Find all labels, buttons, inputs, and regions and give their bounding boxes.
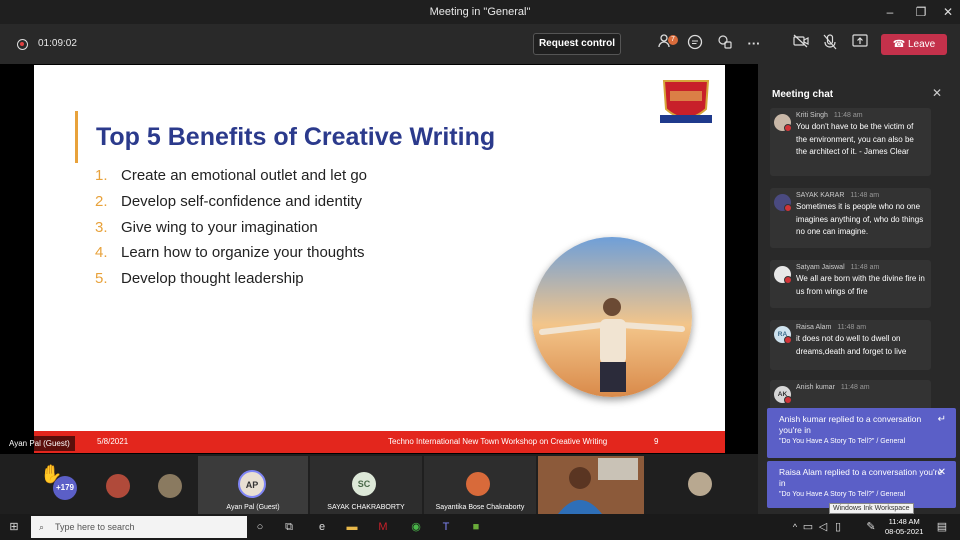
- reply-notification[interactable]: Anish kumar replied to a conversation yo…: [767, 408, 956, 458]
- notification-text: Raisa Alam replied to a conversation you…: [779, 467, 943, 488]
- avatar: AK: [774, 386, 792, 404]
- bullet-item: 1. Create an emotional outlet and let go: [95, 167, 367, 184]
- camera-off-icon[interactable]: [790, 34, 812, 54]
- video-gallery: ✋ +179 AP Ayan Pal (Guest) SC SAYAK CHAK…: [0, 454, 758, 514]
- presentation-slide: Top 5 Benefits of Creative Writing 1. Cre…: [34, 65, 725, 453]
- title-bar: Meeting in "General" – ❐ ✕: [0, 0, 960, 24]
- notification-channel: "Do You Have A Story To Tell?" / General: [779, 491, 906, 498]
- participant-video[interactable]: [538, 456, 644, 514]
- reactions-icon[interactable]: [714, 34, 736, 54]
- chrome-icon[interactable]: ◉: [408, 519, 424, 535]
- participant-name: Ayan Pal (Guest): [226, 504, 280, 511]
- notifications-icon[interactable]: ▤: [934, 519, 950, 535]
- recording-icon: [17, 39, 28, 50]
- avatar: [774, 266, 792, 284]
- share-screen-icon[interactable]: [849, 34, 871, 54]
- chat-message-text: it does not do well to dwell on dreams,d…: [796, 334, 907, 356]
- search-icon: ⌕: [39, 522, 45, 532]
- ink-workspace-icon[interactable]: ✎: [863, 519, 879, 535]
- taskbar-search-box[interactable]: ⌕ Type here to search: [31, 516, 247, 538]
- avatar[interactable]: [158, 474, 182, 498]
- maximize-icon[interactable]: ❐: [911, 4, 931, 20]
- meeting-timer: 01:09:02: [38, 38, 77, 49]
- minimize-icon[interactable]: –: [880, 4, 900, 20]
- windows-start-icon[interactable]: ⊞: [6, 519, 22, 535]
- avatar: [774, 114, 792, 132]
- close-notification-icon[interactable]: ✕: [938, 467, 946, 478]
- search-placeholder: Type here to search: [55, 522, 135, 532]
- task-view-icon[interactable]: ⧉: [281, 519, 297, 535]
- ink-workspace-tooltip: Windows Ink Workspace: [829, 503, 914, 514]
- more-options-icon[interactable]: ···: [743, 34, 765, 54]
- chat-header: Meeting chat: [772, 89, 834, 100]
- bullet-item: 3. Give wing to your imagination: [95, 219, 318, 236]
- chat-icon[interactable]: [684, 34, 706, 54]
- window-title: Meeting in "General": [429, 6, 531, 18]
- college-crest-logo: [660, 80, 712, 123]
- bullet-item: 2. Develop self-confidence and identity: [95, 193, 362, 210]
- cortana-icon[interactable]: ○: [252, 519, 268, 535]
- meeting-toolbar: 01:09:02 Request control 7 ··· ☎ Leave: [0, 24, 960, 64]
- minecraft-icon[interactable]: ■: [468, 519, 484, 535]
- reply-notification[interactable]: Raisa Alam replied to a conversation you…: [767, 461, 956, 508]
- teams-icon[interactable]: T: [438, 519, 454, 535]
- slide-footer-bar: 5/8/2021 Techno International New Town W…: [34, 431, 725, 453]
- slide-page-number: 9: [654, 437, 659, 446]
- participant-name: Sayantika Bose Chakraborty: [435, 504, 525, 511]
- chat-message[interactable]: AK Anish kumar 11:48 am: [770, 380, 931, 410]
- participant-tile[interactable]: [646, 456, 758, 514]
- clock-date: 08-05-2021: [885, 527, 924, 536]
- participant-tile[interactable]: SC SAYAK CHAKRABORTY: [310, 456, 422, 514]
- volume-icon[interactable]: ◁: [815, 519, 831, 535]
- avatar: SC: [352, 472, 376, 496]
- avatar: [688, 472, 712, 496]
- leave-label: Leave: [908, 39, 936, 50]
- network-icon[interactable]: ▭: [800, 519, 816, 535]
- phone-hangup-icon: ☎: [892, 39, 906, 50]
- more-participants-count[interactable]: +179: [53, 476, 77, 500]
- chat-message-text: You don't have to be the victim of the e…: [796, 122, 914, 156]
- presenter-name-tag: Ayan Pal (Guest): [4, 436, 75, 451]
- slide-date: 5/8/2021: [97, 437, 129, 446]
- windows-taskbar: ⊞ ⌕ Type here to search ○ ⧉ e ▬ M ◉ T ■ …: [0, 514, 960, 540]
- file-explorer-icon[interactable]: ▬: [344, 519, 360, 535]
- participant-tile[interactable]: Sayantika Bose Chakraborty: [424, 456, 536, 514]
- battery-icon[interactable]: ▯: [830, 519, 846, 535]
- chat-message-text: We all are born with the divine fire in …: [796, 274, 925, 296]
- person-sky-image: [532, 237, 692, 397]
- chat-message[interactable]: Satyam Jaiswal 11:48 am We all are born w…: [770, 260, 931, 308]
- chat-message-text: Sometimes it is people who no one imagin…: [796, 202, 924, 236]
- chat-message[interactable]: SAYAK KARAR 11:48 am Sometimes it is peop…: [770, 188, 931, 248]
- participant-name: SAYAK CHAKRABORTY: [327, 504, 405, 511]
- notification-channel: "Do You Have A Story To Tell?" / General: [779, 438, 906, 445]
- participants-badge: 7: [668, 35, 678, 45]
- avatar[interactable]: [106, 474, 130, 498]
- participant-tile[interactable]: AP Ayan Pal (Guest): [198, 456, 308, 514]
- leave-button[interactable]: ☎ Leave: [881, 34, 947, 55]
- mcafee-icon[interactable]: M: [375, 519, 391, 535]
- slide-title: Top 5 Benefits of Creative Writing: [96, 123, 496, 151]
- avatar: [774, 194, 792, 212]
- taskbar-clock[interactable]: 11:48 AM 08-05-2021: [885, 517, 923, 537]
- gallery-overflow-tile[interactable]: ✋ +179: [0, 456, 196, 514]
- mic-off-icon[interactable]: [819, 34, 841, 54]
- clock-time: 11:48 AM: [888, 517, 920, 526]
- close-chat-icon[interactable]: ✕: [932, 86, 942, 100]
- request-control-button[interactable]: Request control: [533, 33, 621, 55]
- notification-text: Anish kumar replied to a conversation yo…: [779, 414, 922, 435]
- avatar: AP: [238, 470, 266, 498]
- edge-icon[interactable]: e: [314, 519, 330, 535]
- title-accent-bar: [75, 111, 78, 163]
- slide-footer-text: Techno International New Town Workshop o…: [388, 437, 608, 446]
- reply-arrow-icon[interactable]: ↵: [938, 414, 946, 425]
- avatar: RA: [774, 326, 792, 344]
- chat-message[interactable]: RA Raisa Alam 11:48 am it does not do wel…: [770, 320, 931, 370]
- bullet-item: 5. Develop thought leadership: [95, 270, 304, 287]
- close-window-icon[interactable]: ✕: [938, 4, 958, 20]
- bullet-item: 4. Learn how to organize your thoughts: [95, 244, 365, 261]
- avatar: [466, 472, 490, 496]
- chat-message[interactable]: Kriti Singh 11:48 am You don't have to be…: [770, 108, 931, 176]
